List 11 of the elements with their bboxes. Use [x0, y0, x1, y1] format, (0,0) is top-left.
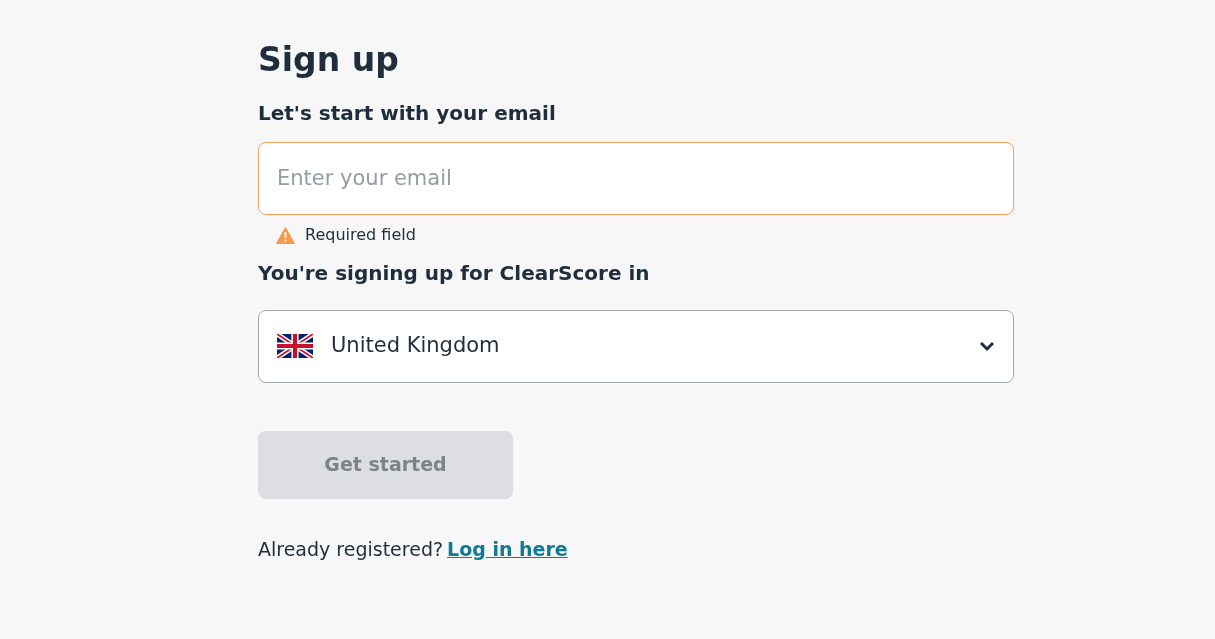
- flag-icon: [277, 334, 313, 359]
- field-label: Let's start with your email: [258, 99, 557, 126]
- warning-icon: [276, 226, 295, 244]
- chevron-icon: [979, 340, 995, 352]
- page-title: Sign up: [258, 40, 400, 80]
- login-prompt: Already registered?: [258, 536, 444, 562]
- email-field[interactable]: Enter your email: [258, 141, 1014, 215]
- country-select[interactable]: United Kingdom: [258, 309, 1014, 383]
- error-message: Required field: [305, 227, 416, 244]
- field-label: You're signing up for ClearScore in: [258, 259, 651, 286]
- login-link[interactable]: Log in here: [447, 534, 568, 564]
